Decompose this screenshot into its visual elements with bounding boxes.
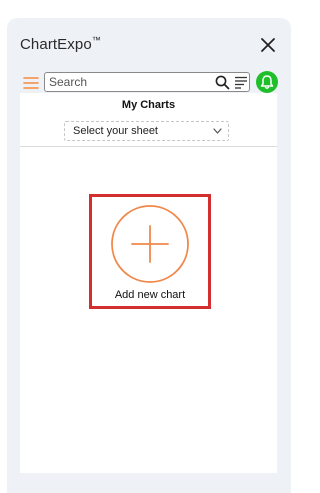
- add-new-chart-button[interactable]: Add new chart: [89, 194, 211, 309]
- search-input[interactable]: [49, 74, 209, 90]
- search-icon: [215, 75, 230, 90]
- section-title: My Charts: [121, 99, 176, 111]
- close-button[interactable]: [260, 37, 276, 53]
- plus-circle-icon: [111, 205, 189, 283]
- app-title-text: ChartExpo: [20, 36, 92, 53]
- filter-button[interactable]: [234, 75, 248, 90]
- app-title: ChartExpo™: [20, 35, 101, 53]
- filter-lines-icon: [235, 76, 247, 89]
- add-new-chart-label: Add new chart: [114, 289, 186, 301]
- page: ChartExpo™ Search My Charts Select your …: [0, 0, 291, 493]
- sheet-select-dropdown[interactable]: Select your sheet: [64, 121, 229, 141]
- notification-button[interactable]: [256, 71, 278, 93]
- hamburger-menu-icon: [23, 77, 39, 89]
- my-charts-content: My Charts Select your sheet Add new char…: [20, 93, 277, 473]
- divider: [20, 146, 277, 147]
- chevron-down-icon: [213, 128, 222, 134]
- sheet-select-value: Select your sheet: [73, 125, 158, 137]
- close-icon: [261, 38, 275, 52]
- bell-icon: [260, 75, 274, 89]
- search-button[interactable]: [215, 75, 230, 90]
- menu-button[interactable]: [23, 75, 39, 91]
- search-box: [44, 72, 250, 92]
- toolbar: [23, 71, 279, 94]
- trademark-symbol: ™: [91, 35, 101, 45]
